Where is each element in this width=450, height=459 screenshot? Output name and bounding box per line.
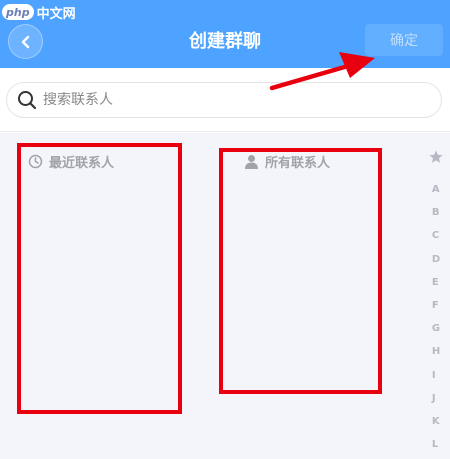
annotation-arrow — [269, 52, 375, 91]
